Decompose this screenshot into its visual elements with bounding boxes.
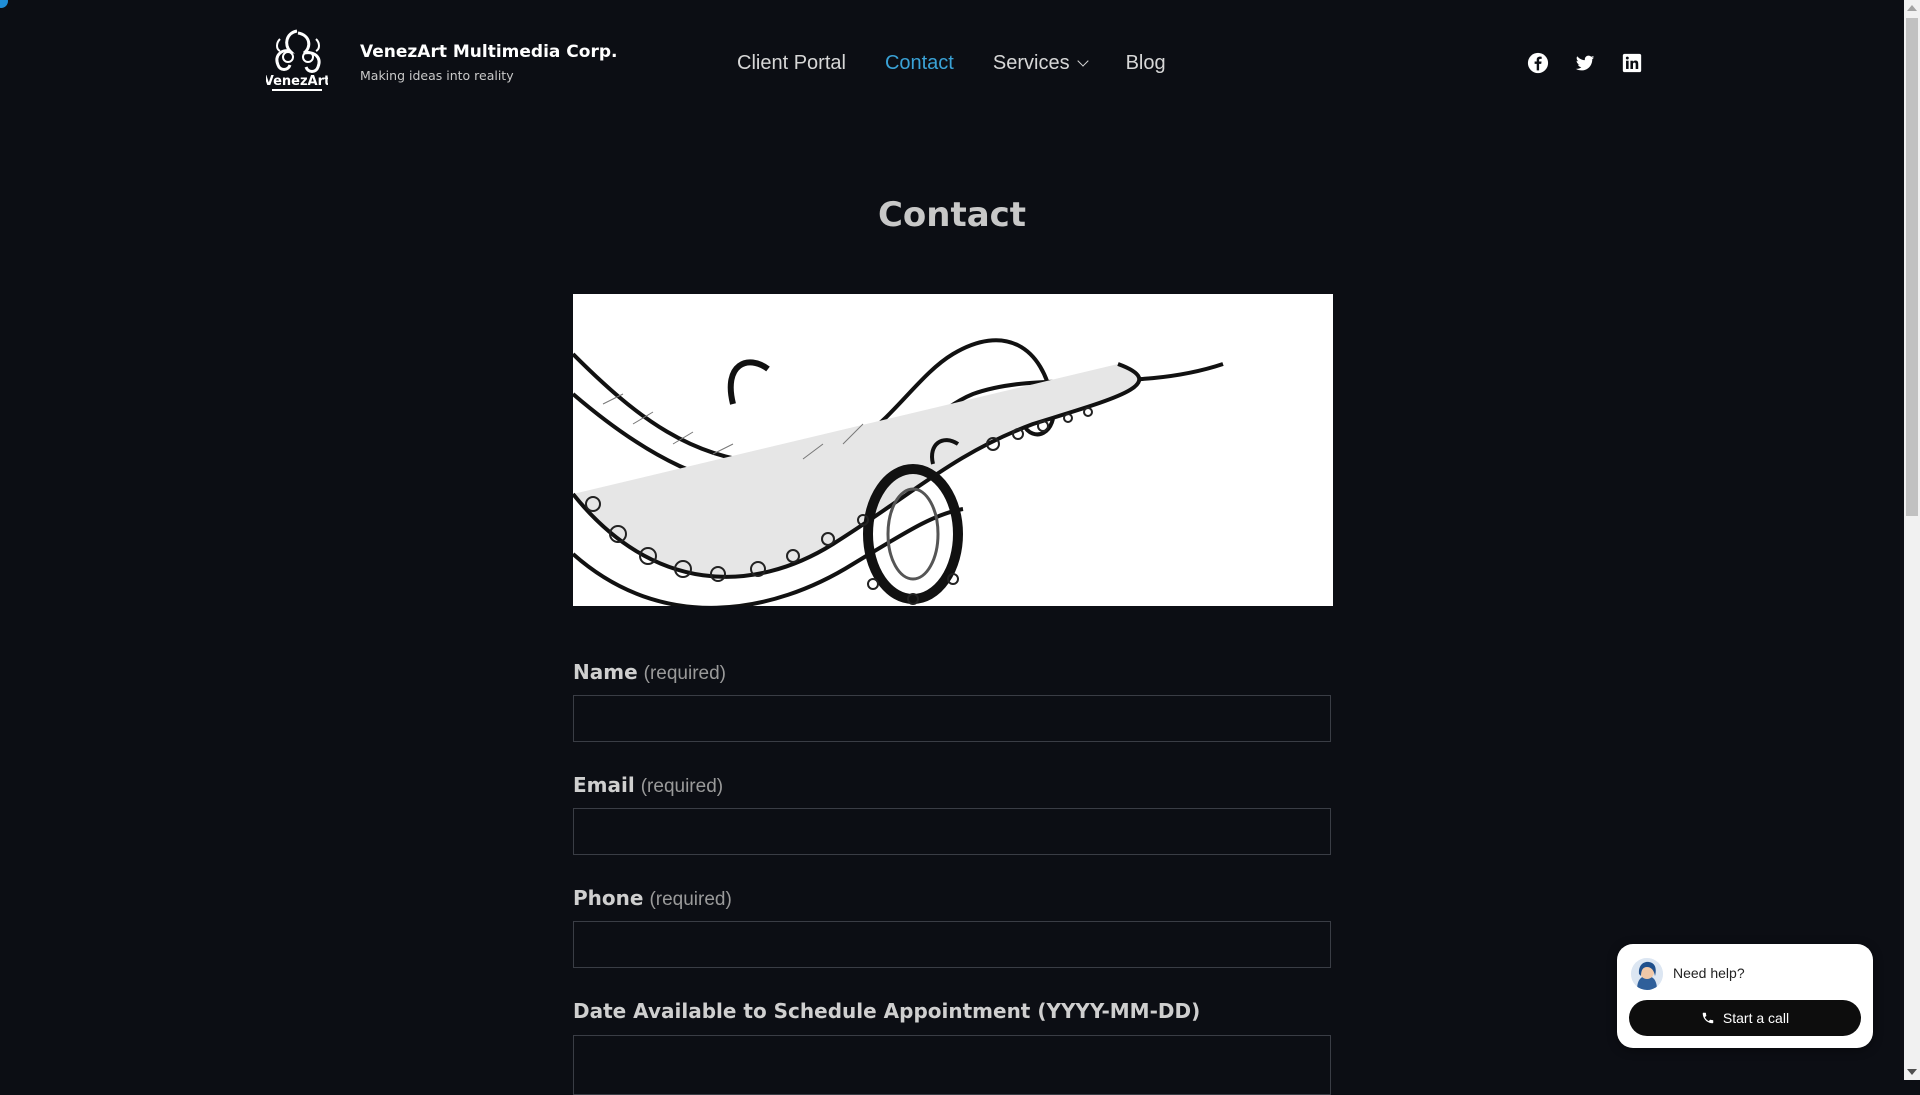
phone-icon xyxy=(1702,1012,1714,1024)
page: VenezArt VenezArt Multimedia Corp. Makin… xyxy=(0,0,1904,1095)
nav-item-client-portal[interactable]: Client Portal xyxy=(737,52,846,75)
nav-item-blog[interactable]: Blog xyxy=(1126,52,1166,75)
phone-field[interactable] xyxy=(573,921,1331,968)
page-scrollbar[interactable] xyxy=(1904,0,1920,1080)
nav-item-services[interactable]: Services xyxy=(993,52,1089,75)
phone-label: Phone (required) xyxy=(573,886,732,910)
email-label: Email (required) xyxy=(573,773,724,797)
help-widget: Need help? Start a call xyxy=(1617,944,1873,1048)
start-call-button[interactable]: Start a call xyxy=(1629,1000,1861,1036)
hero-image xyxy=(573,294,1333,606)
linkedin-icon[interactable] xyxy=(1621,52,1643,74)
scrollbar-thumb[interactable] xyxy=(1906,18,1918,516)
octopus-tentacles-illustration xyxy=(573,338,1224,606)
logo-wordmark: VenezArt xyxy=(266,74,328,89)
site-logo[interactable]: VenezArt xyxy=(266,27,328,95)
appointment-date-label: Date Available to Schedule Appointment (… xyxy=(573,999,1201,1023)
nav-item-contact[interactable]: Contact xyxy=(885,52,954,75)
site-header: VenezArt VenezArt Multimedia Corp. Makin… xyxy=(0,0,1904,125)
start-call-label: Start a call xyxy=(1722,1010,1790,1026)
appointment-date-field[interactable] xyxy=(573,1035,1331,1095)
name-field[interactable] xyxy=(573,695,1331,742)
scroll-down-icon[interactable] xyxy=(1907,1069,1917,1075)
assistant-avatar xyxy=(1631,958,1663,990)
email-field[interactable] xyxy=(573,808,1331,855)
scroll-up-icon[interactable] xyxy=(1907,5,1917,11)
page-title: Contact xyxy=(877,195,1027,235)
name-label: Name (required) xyxy=(573,660,727,684)
help-prompt: Need help? xyxy=(1673,965,1745,981)
chevron-down-icon xyxy=(1076,54,1089,67)
twitter-icon[interactable] xyxy=(1574,52,1596,74)
facebook-icon[interactable] xyxy=(1527,52,1549,74)
main-nav: Client Portal Contact Services Blog xyxy=(737,50,1205,76)
site-tagline: Making ideas into reality xyxy=(360,68,514,83)
site-name[interactable]: VenezArt Multimedia Corp. xyxy=(360,42,617,62)
social-links xyxy=(1527,52,1668,74)
